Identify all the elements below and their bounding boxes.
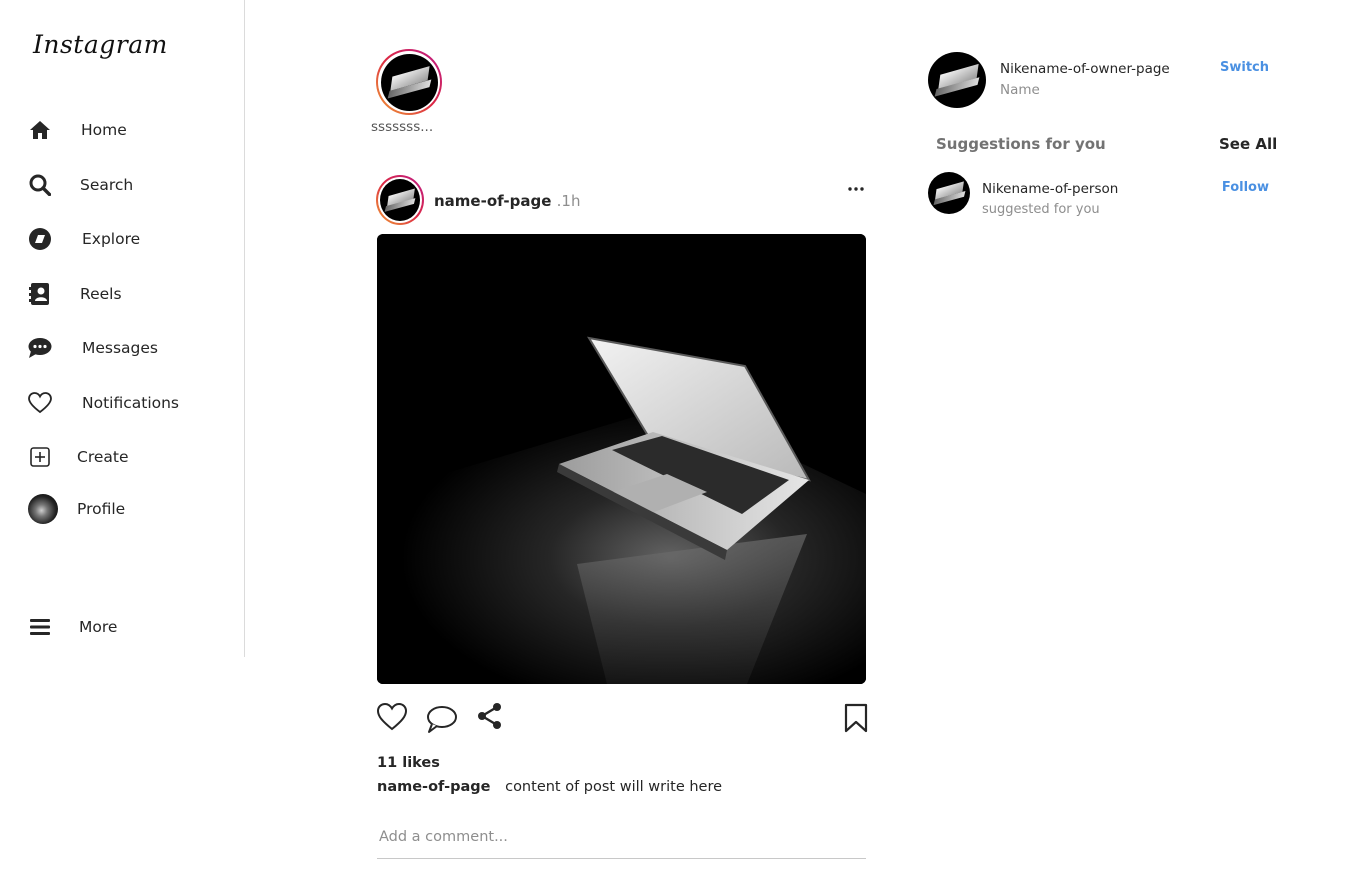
laptop-image	[377, 234, 866, 684]
home-icon	[28, 118, 52, 142]
post-header: name-of-page .1h	[376, 175, 866, 225]
post-actions	[376, 702, 868, 738]
sidebar-item-label: Profile	[77, 500, 126, 518]
sidebar-item-label: Explore	[82, 230, 141, 248]
sidebar-item-label: More	[79, 618, 118, 636]
sidebar-item-label: Create	[77, 448, 129, 466]
likes-count[interactable]: 11 likes	[377, 755, 440, 771]
follow-button[interactable]: Follow	[1222, 180, 1269, 195]
sidebar-item-reels[interactable]: Reels	[28, 279, 122, 309]
account-switcher: Nikename-of-owner-page Name Switch	[928, 52, 1269, 108]
see-all-link[interactable]: See All	[1219, 135, 1277, 153]
sidebar-item-notifications[interactable]: Notifications	[28, 388, 179, 418]
post-avatar-image	[380, 179, 420, 221]
sidebar-item-explore[interactable]: Explore	[28, 224, 140, 254]
sidebar-item-label: Messages	[82, 339, 159, 357]
sidebar-item-create[interactable]: Create	[28, 442, 129, 472]
owner-avatar[interactable]	[928, 52, 986, 108]
caption-text: content of post will write here	[505, 779, 723, 795]
like-icon[interactable]	[376, 702, 408, 736]
sidebar-item-label: Reels	[80, 285, 122, 303]
compass-icon	[28, 227, 52, 251]
sidebar-item-label: Notifications	[82, 394, 180, 412]
comment-icon[interactable]	[426, 704, 458, 738]
share-icon[interactable]	[476, 702, 504, 734]
suggestion-nickname[interactable]: Nikename-of-person	[982, 181, 1118, 197]
suggestion-avatar[interactable]	[928, 172, 970, 214]
message-icon	[28, 336, 52, 360]
suggestions-title: Suggestions for you	[936, 135, 1106, 153]
reels-icon	[28, 282, 52, 306]
story-ring	[376, 49, 442, 115]
comment-input[interactable]	[377, 815, 866, 859]
sidebar-item-label: Home	[81, 121, 127, 139]
story-item[interactable]: sssssss...	[371, 49, 442, 135]
switch-button[interactable]: Switch	[1220, 60, 1269, 75]
more-options-icon[interactable]	[846, 181, 866, 201]
post-author-avatar[interactable]	[376, 175, 424, 225]
sidebar: Instagram Home Search Explore Reels Mess…	[0, 0, 245, 657]
menu-icon	[28, 615, 52, 639]
suggestion-item: Nikename-of-person suggested for you Fol…	[928, 172, 1269, 217]
post-time: .1h	[556, 192, 581, 210]
post-author-name[interactable]: name-of-page	[434, 192, 551, 210]
instagram-logo[interactable]: Instagram	[33, 30, 168, 59]
sidebar-item-label: Search	[80, 176, 134, 194]
bookmark-icon[interactable]	[844, 703, 868, 737]
owner-name: Name	[1000, 82, 1040, 98]
profile-avatar	[28, 494, 58, 524]
post-caption: name-of-page content of post will write …	[377, 779, 722, 795]
caption-author[interactable]: name-of-page	[377, 779, 490, 795]
sidebar-item-more[interactable]: More	[28, 612, 117, 642]
sidebar-item-profile[interactable]: Profile	[28, 494, 125, 524]
sidebar-item-messages[interactable]: Messages	[28, 333, 158, 363]
sidebar-item-home[interactable]: Home	[28, 115, 127, 145]
story-name: sssssss...	[371, 119, 434, 135]
story-avatar	[380, 53, 438, 111]
post-image[interactable]	[377, 234, 866, 684]
plus-square-icon	[28, 445, 52, 469]
sidebar-item-search[interactable]: Search	[28, 170, 133, 200]
owner-nickname[interactable]: Nikename-of-owner-page	[1000, 61, 1170, 77]
heart-icon	[28, 391, 52, 415]
search-icon	[28, 173, 52, 197]
suggestion-subtitle: suggested for you	[982, 202, 1100, 217]
